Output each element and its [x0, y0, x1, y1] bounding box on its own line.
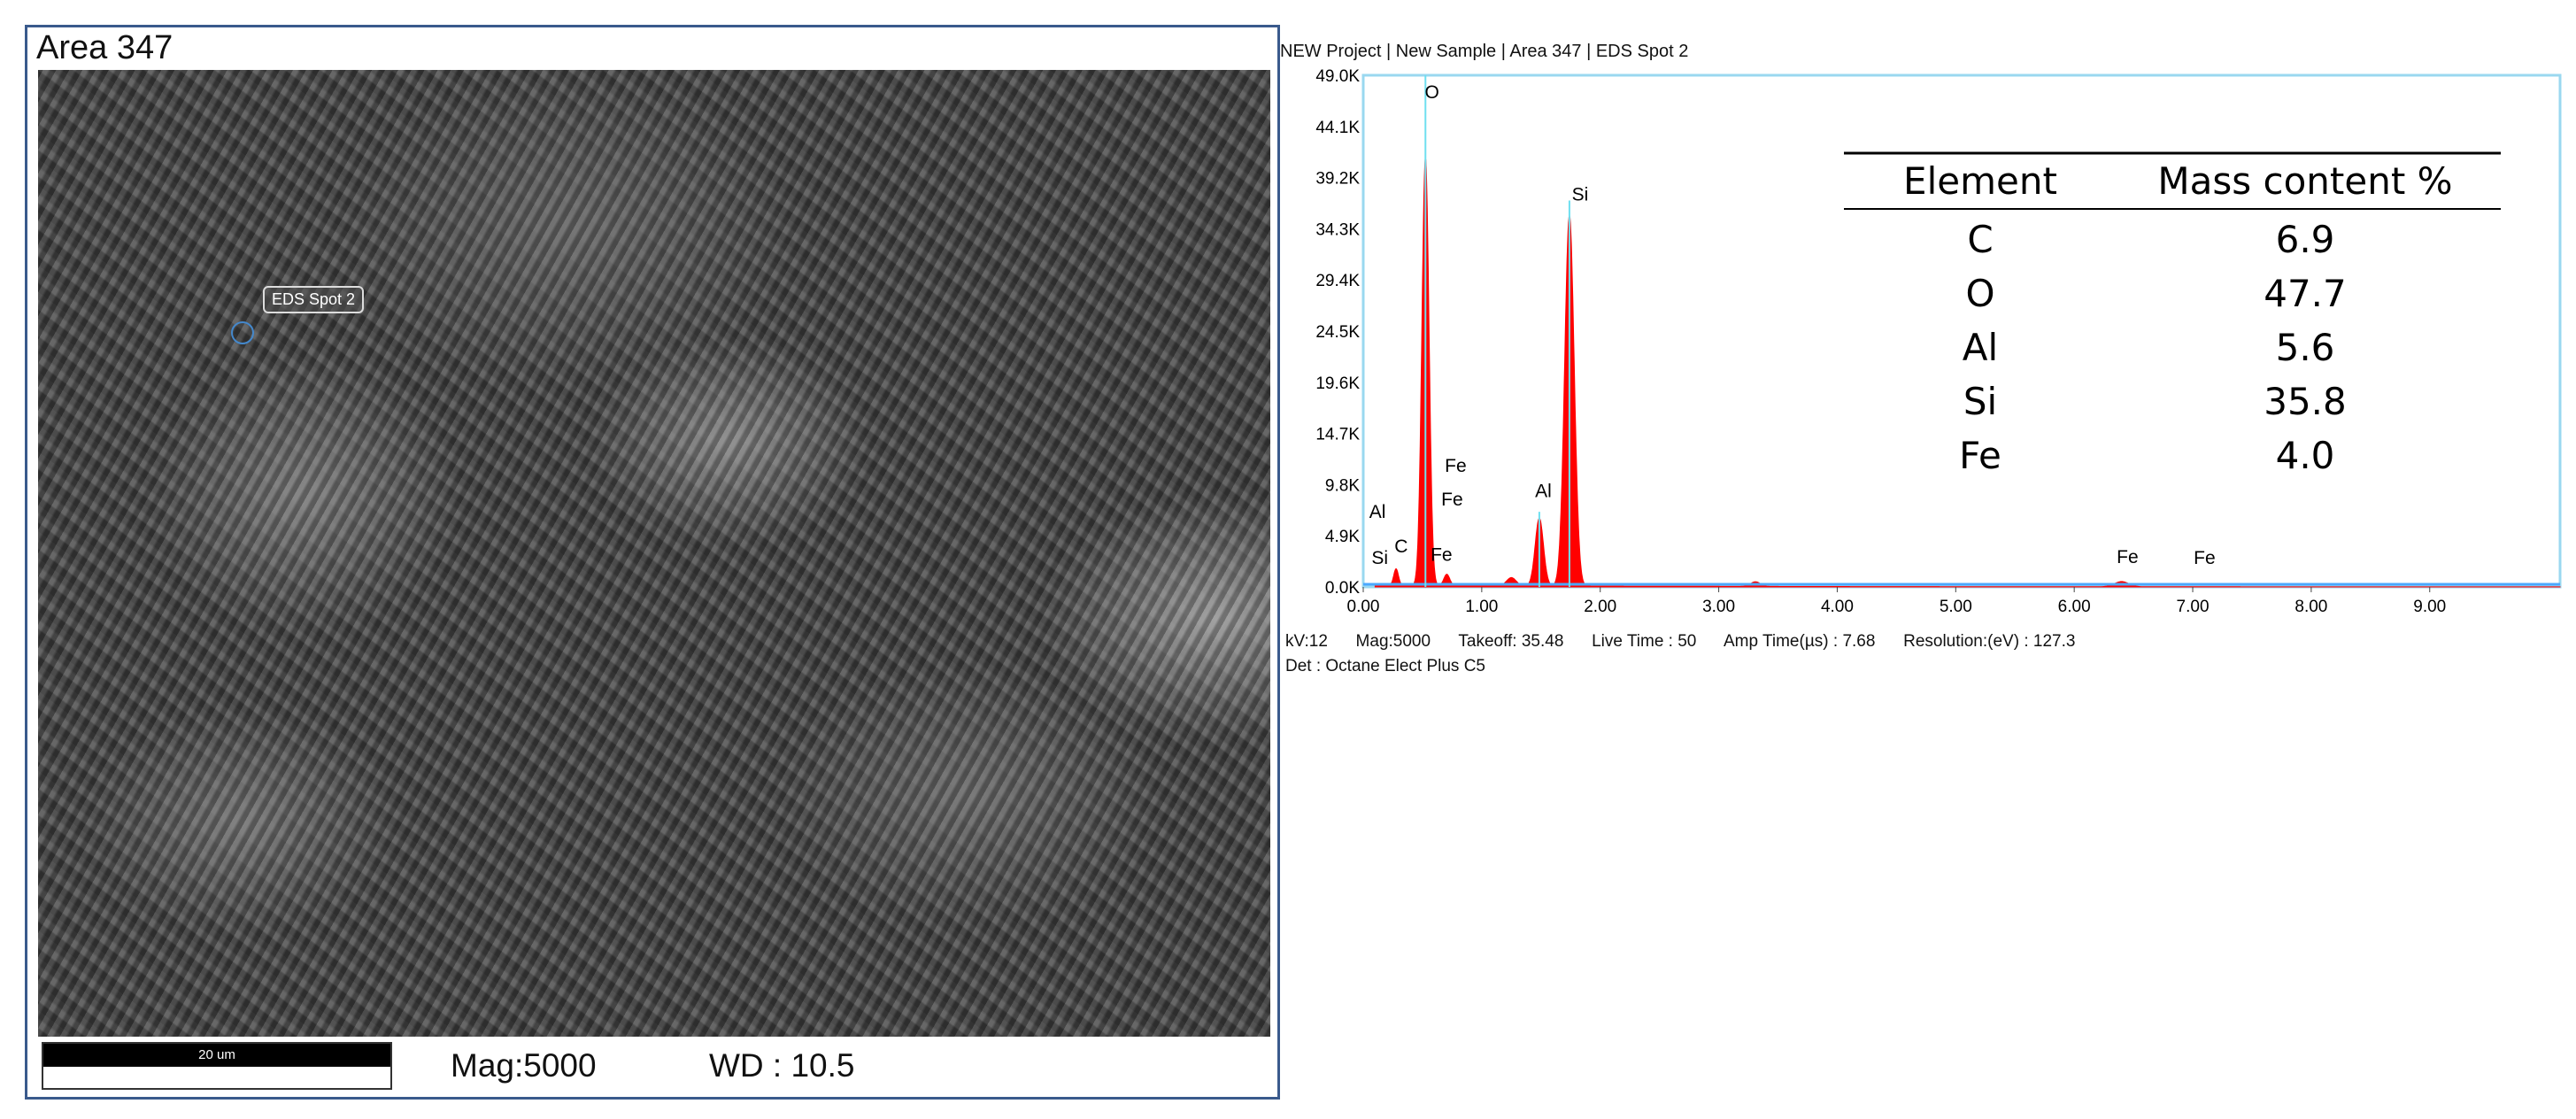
- detector-info: Det : Octane Elect Plus C5: [1285, 657, 1485, 675]
- peak-label: Fe: [1445, 456, 1467, 476]
- y-tick-label: 34.3K: [1315, 220, 1360, 239]
- x-tick-label: 0.00: [1347, 598, 1380, 616]
- y-tick-label: 4.9K: [1325, 528, 1360, 546]
- eds-spot-label[interactable]: EDS Spot 2: [263, 286, 365, 313]
- peak-label: Si: [1371, 548, 1388, 568]
- table-cell-mass: 35.8: [2264, 380, 2347, 423]
- y-tick-label: 49.0K: [1315, 67, 1360, 86]
- peak-label: Fe: [1431, 545, 1453, 566]
- x-tick-label: 4.00: [1821, 598, 1854, 616]
- table-cell-mass: 47.7: [2264, 272, 2347, 315]
- acquisition-info: kV:12 Mag:5000 Takeoff: 35.48 Live Time …: [1285, 632, 2076, 651]
- sem-image-panel: Area 347 EDS Spot 2 20 um Mag:5000 WD : …: [25, 25, 1280, 1100]
- working-distance: WD : 10.5: [709, 1047, 855, 1084]
- x-tick-label: 8.00: [2294, 598, 2327, 616]
- scale-bar-label: 20 um: [43, 1044, 390, 1067]
- table-header-element: Element: [1903, 159, 2057, 203]
- eds-spot-marker-icon[interactable]: [231, 321, 254, 344]
- table-header-mass: Mass content %: [2157, 159, 2452, 203]
- peak-label: Al: [1535, 482, 1552, 502]
- table-cell-mass: 4.0: [2276, 434, 2335, 477]
- y-tick-label: 29.4K: [1315, 272, 1360, 290]
- table-cell-element: O: [1965, 272, 1994, 315]
- peak-label: Fe: [2194, 548, 2216, 568]
- spectrum-title: NEW Project | New Sample | Area 347 | ED…: [1280, 42, 1689, 61]
- y-tick-label: 39.2K: [1315, 170, 1360, 189]
- peak-label: O: [1424, 82, 1438, 103]
- eds-spectrum-chart: 0.0K 4.9K 9.8K 14.7K 19.6K 24.5K 29.4K 34.3K 39.…: [1315, 67, 2562, 616]
- x-tick-label: 9.00: [2413, 598, 2446, 616]
- x-tick-label: 7.00: [2177, 598, 2210, 616]
- table-cell-mass: 6.9: [2276, 218, 2335, 261]
- peak-label: Fe: [2117, 547, 2139, 567]
- table-cell-element: Si: [1963, 380, 1997, 423]
- peak-label: Si: [1572, 185, 1589, 205]
- x-tick-label: 1.00: [1465, 598, 1498, 616]
- x-tick-label: 3.00: [1702, 598, 1735, 616]
- x-tick-label: 2.00: [1584, 598, 1616, 616]
- sem-title: Area 347: [36, 29, 174, 66]
- scale-bar: 20 um: [42, 1042, 392, 1090]
- y-tick-label: 14.7K: [1315, 426, 1360, 444]
- table-cell-element: C: [1967, 218, 1993, 261]
- y-tick-label: 0.0K: [1325, 579, 1360, 598]
- y-tick-label: 44.1K: [1315, 119, 1360, 137]
- peak-label: Al: [1369, 502, 1386, 522]
- sem-micrograph: EDS Spot 2: [38, 70, 1270, 1037]
- y-tick-label: 19.6K: [1315, 374, 1360, 393]
- magnification: Mag:5000: [451, 1047, 597, 1084]
- y-tick-label: 9.8K: [1325, 476, 1360, 495]
- peak-label: Fe: [1441, 490, 1463, 510]
- table-cell-mass: 5.6: [2276, 326, 2335, 369]
- y-tick-label: 24.5K: [1315, 323, 1360, 342]
- table-cell-element: Al: [1963, 326, 1998, 369]
- peak-label: C: [1394, 536, 1408, 557]
- x-tick-label: 6.00: [2058, 598, 2091, 616]
- table-cell-element: Fe: [1959, 434, 2001, 477]
- x-tick-label: 5.00: [1940, 598, 1972, 616]
